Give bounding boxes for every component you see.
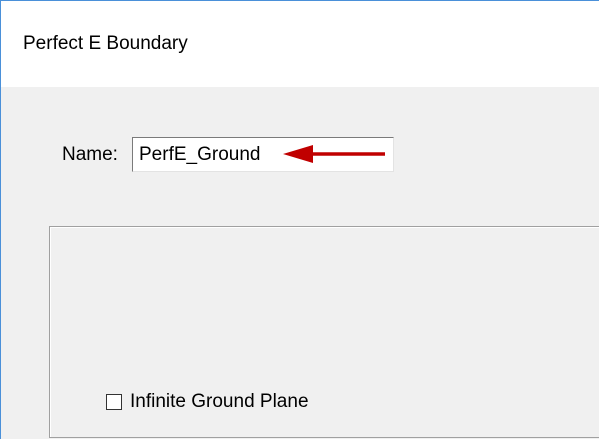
infinite-ground-plane-label[interactable]: Infinite Ground Plane (130, 391, 309, 413)
perfect-e-boundary-dialog: Perfect E Boundary Name: Infinite Ground… (0, 0, 599, 439)
name-label: Name: (62, 144, 118, 165)
red-arrow-annotation-icon (283, 145, 385, 163)
infinite-ground-plane-checkbox[interactable] (106, 394, 122, 410)
infinite-ground-plane-option[interactable]: Infinite Ground Plane (106, 391, 309, 413)
title-bar[interactable]: Perfect E Boundary (1, 1, 599, 87)
window-title: Perfect E Boundary (23, 33, 188, 54)
